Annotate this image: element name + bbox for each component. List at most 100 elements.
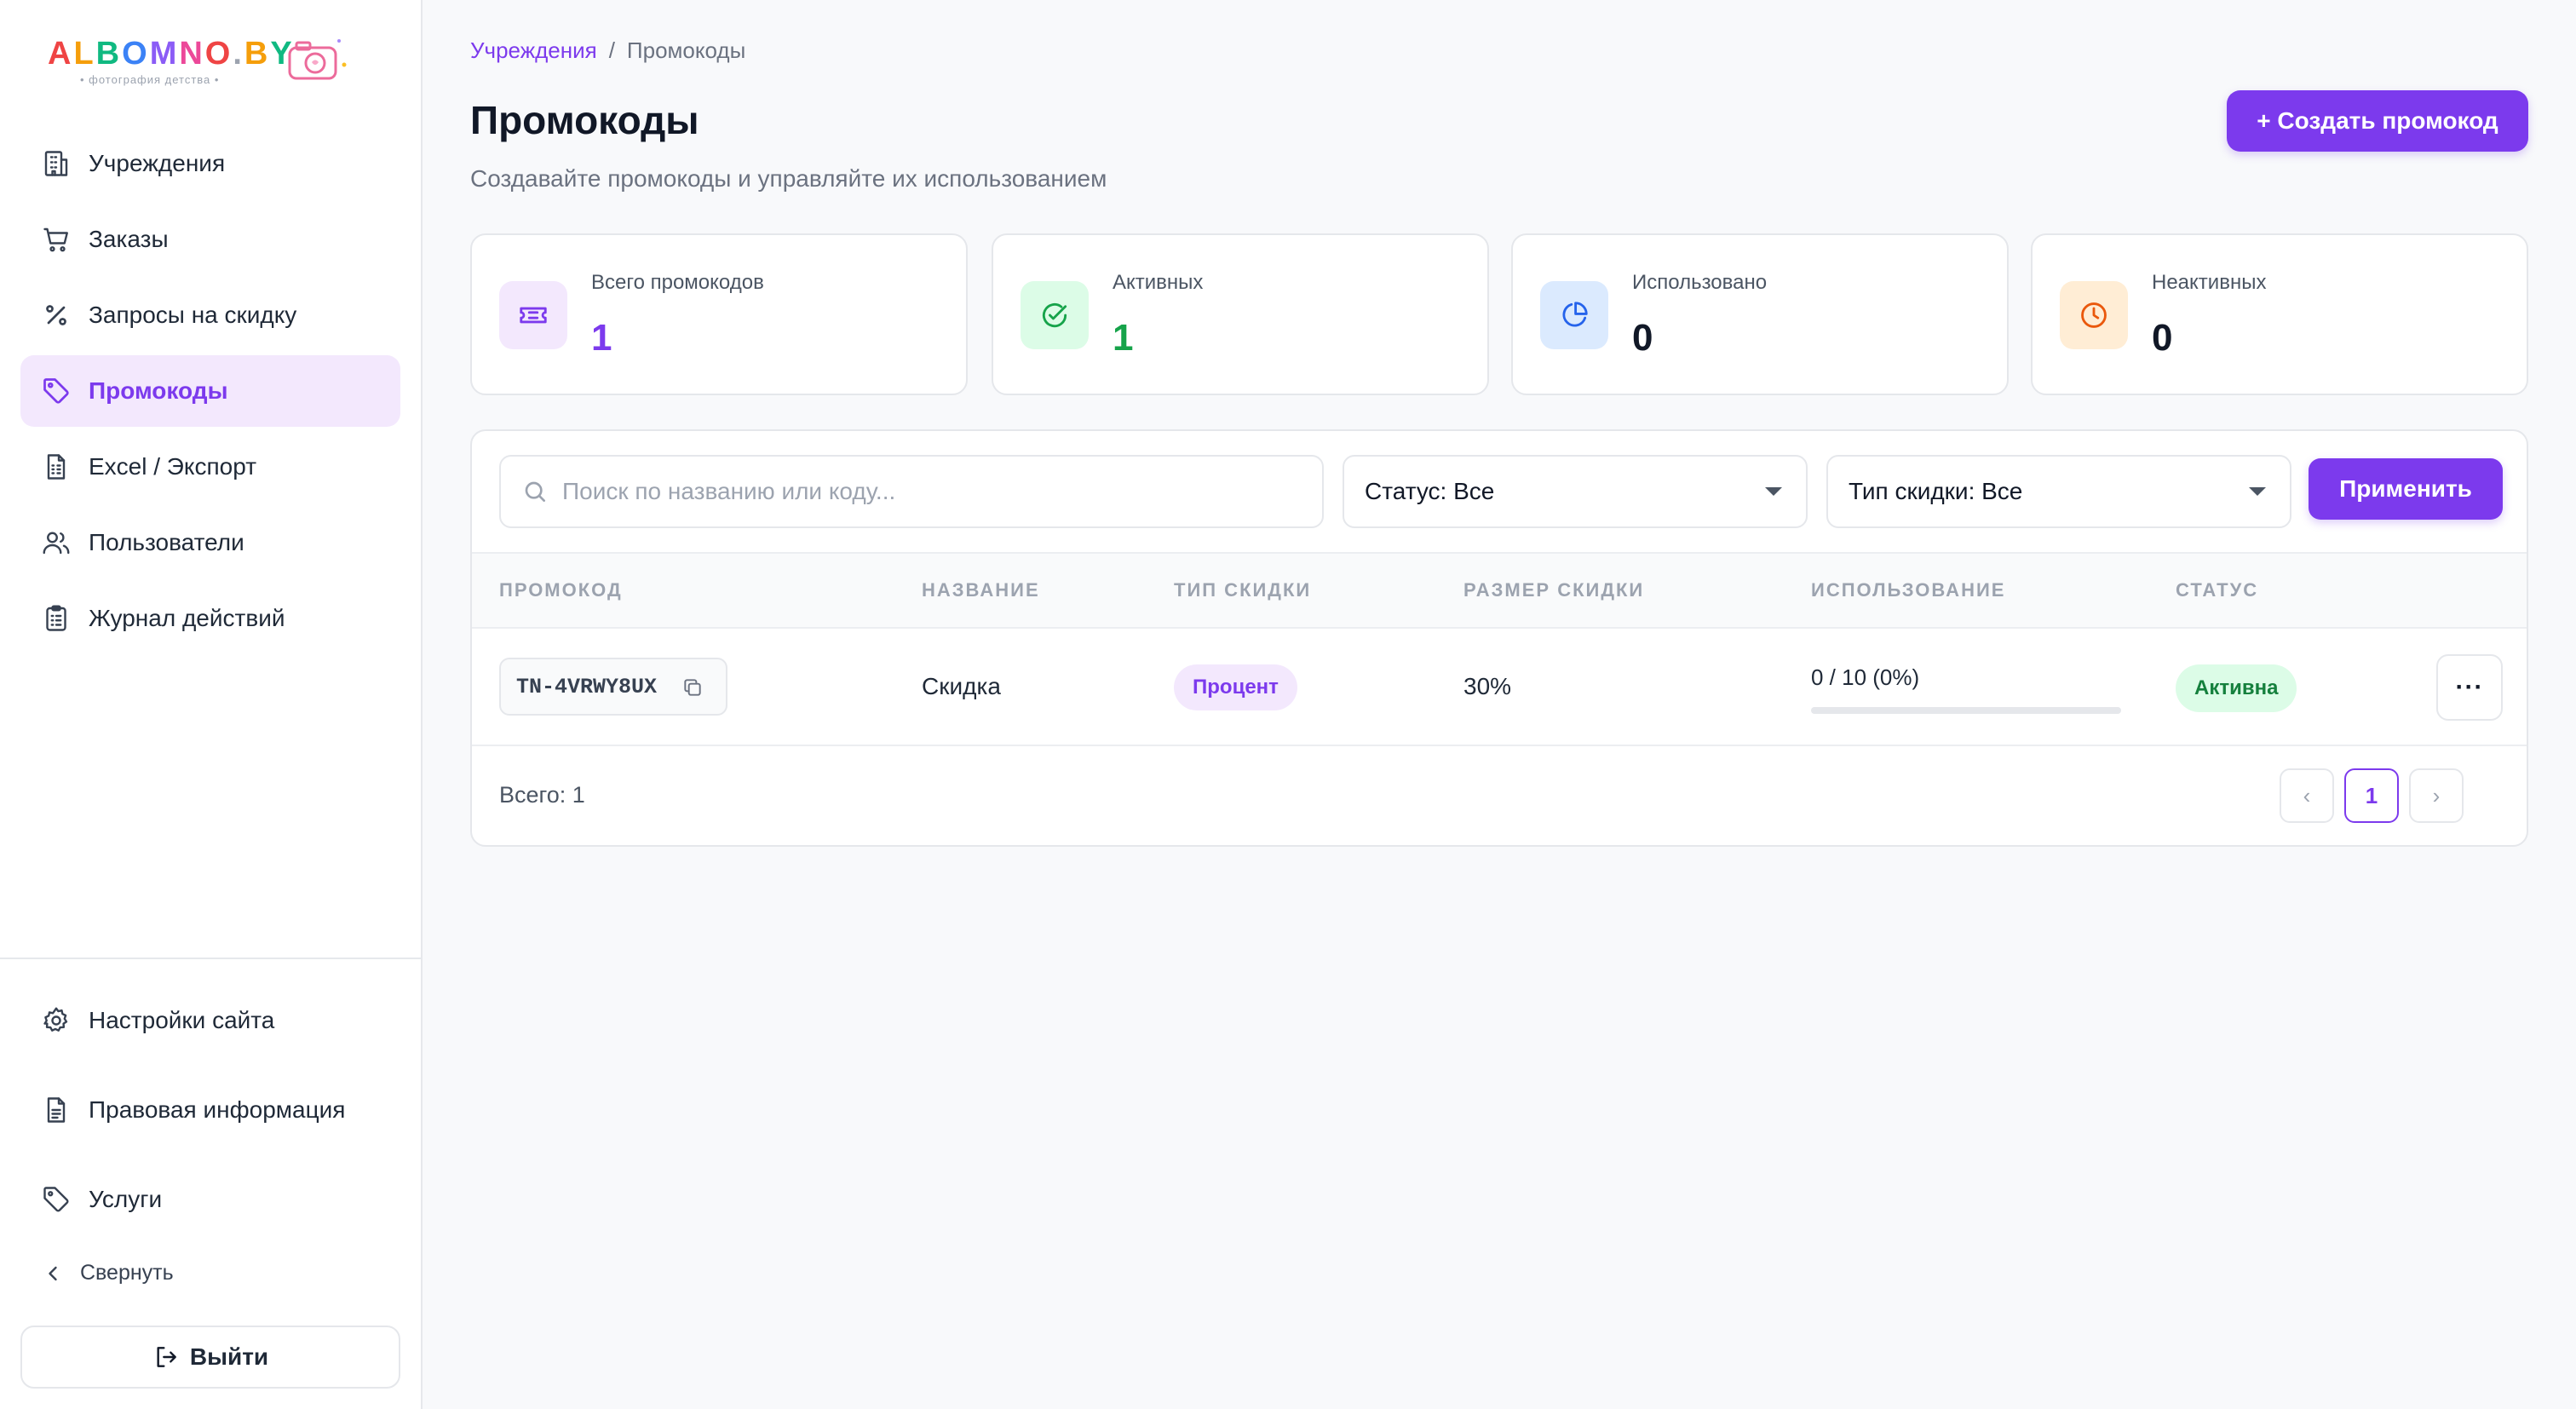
stat-value: 1: [1113, 317, 1134, 359]
stat-label: Активных: [1113, 271, 1204, 294]
table-row[interactable]: TN-4VRWY8UX Скидка Процент 30% 0 / 10 (0…: [472, 629, 2527, 746]
spreadsheet-icon: [47, 454, 66, 480]
logo-letter: O: [204, 36, 233, 72]
discount-type-badge: Процент: [1174, 664, 1297, 710]
create-promocode-button[interactable]: + Создать промокод: [2227, 90, 2528, 152]
stat-icon-wrap: [1540, 281, 1608, 349]
logo-letter: .: [233, 36, 244, 72]
usage-text: 0 / 10 (0%): [1811, 664, 1920, 690]
status-select[interactable]: Статус: Все: [1343, 455, 1808, 528]
stat-label: Всего промокодов: [591, 271, 764, 294]
sidebar-item-label: Журнал действий: [89, 605, 285, 631]
column-header-status[interactable]: СТАТУС: [2176, 579, 2258, 601]
sidebar-bottom-nav: Настройки сайта Правовая информация Услу…: [20, 980, 400, 1248]
promocode-code-text: TN-4VRWY8UX: [516, 674, 658, 699]
tag-icon: [43, 378, 69, 404]
clipboard-icon: [46, 605, 66, 631]
sidebar-item-label: Учреждения: [89, 150, 226, 176]
stat-value: 0: [1632, 317, 1653, 359]
logo-letter: L: [73, 36, 96, 72]
chevron-down-icon: [2249, 487, 2266, 496]
chevron-down-icon: [1765, 487, 1782, 496]
logout-button[interactable]: Выйти: [20, 1326, 400, 1389]
sidebar-nav: Учреждения Заказы Запросы на скидку Пром…: [20, 128, 400, 658]
gear-icon: [43, 1007, 68, 1032]
sidebar-item-label: Запросы на скидку: [89, 302, 297, 328]
column-header-type[interactable]: ТИП СКИДКИ: [1174, 579, 1311, 601]
sidebar-item-label: Промокоды: [89, 377, 228, 404]
sidebar: ALBOMNO.BY • фотография детства • Учрежд…: [0, 0, 423, 1409]
stat-card-used: Использовано 0: [1511, 233, 2009, 395]
logo-letter: B: [95, 36, 123, 72]
discount-size: 30%: [1463, 673, 1512, 699]
stat-card-total: Всего промокодов 1: [470, 233, 968, 395]
document-icon: [47, 1097, 66, 1123]
pagination-prev-button[interactable]: ‹: [2280, 768, 2334, 823]
usage-progress-bar: [1811, 707, 2121, 714]
stat-value: 0: [2152, 317, 2173, 359]
collapse-label: Свернуть: [80, 1261, 174, 1285]
sidebar-item-label: Правовая информация: [89, 1096, 346, 1123]
sidebar-item-excel-export[interactable]: Excel / Экспорт: [20, 431, 400, 503]
column-header-code[interactable]: ПРОМОКОД: [499, 579, 623, 601]
promocode-code: TN-4VRWY8UX: [499, 658, 727, 716]
search-icon: [525, 481, 545, 502]
pagination-page-1[interactable]: 1: [2344, 768, 2399, 823]
column-header-name[interactable]: НАЗВАНИЕ: [922, 579, 1040, 601]
brand-logo[interactable]: ALBOMNO.BY • фотография детства •: [48, 34, 354, 94]
sidebar-item-promocodes[interactable]: Промокоды: [20, 355, 400, 427]
sidebar-item-orders[interactable]: Заказы: [20, 204, 400, 275]
sidebar-item-legal-info[interactable]: Правовая информация: [20, 1069, 400, 1151]
sidebar-item-users[interactable]: Пользователи: [20, 507, 400, 578]
breadcrumb-current: Промокоды: [626, 37, 746, 63]
sidebar-item-discount-requests[interactable]: Запросы на скидку: [20, 279, 400, 351]
pagination-next-button[interactable]: ›: [2409, 768, 2464, 823]
check-circle-icon: [1042, 302, 1067, 328]
users-icon: [43, 532, 70, 555]
promocode-name: Скидка: [922, 673, 1001, 699]
stat-icon-wrap: [2060, 281, 2128, 349]
sidebar-item-institutions[interactable]: Учреждения: [20, 128, 400, 199]
logout-label: Выйти: [189, 1343, 269, 1370]
stat-icon-wrap: [1021, 281, 1089, 349]
stat-card-active: Активных 1: [992, 233, 1489, 395]
sidebar-item-label: Настройки сайта: [89, 1007, 275, 1033]
logo-letter: N: [179, 36, 205, 72]
breadcrumb-link-institutions[interactable]: Учреждения: [470, 37, 597, 63]
total-count: Всего: 1: [499, 782, 585, 808]
sidebar-item-site-settings[interactable]: Настройки сайта: [20, 980, 400, 1061]
search-box[interactable]: [499, 455, 1324, 528]
sidebar-item-label: Excel / Экспорт: [89, 453, 257, 480]
column-header-usage[interactable]: ИСПОЛЬЗОВАНИЕ: [1811, 579, 2005, 601]
breadcrumb-separator: /: [608, 37, 615, 63]
sidebar-item-label: Услуги: [89, 1186, 163, 1212]
ticket-icon: [520, 307, 547, 324]
percent-icon: [46, 305, 66, 325]
sidebar-divider: [0, 958, 421, 959]
logo-text: ALBOMNO.BY: [48, 36, 295, 72]
status-select-value: Статус: Все: [1365, 478, 1495, 504]
sidebar-item-services[interactable]: Услуги: [20, 1159, 400, 1240]
promocodes-panel: Статус: Все Тип скидки: Все Применить ПР…: [470, 429, 2528, 847]
table-header: ПРОМОКОД НАЗВАНИЕ ТИП СКИДКИ РАЗМЕР СКИД…: [472, 552, 2527, 629]
logo-letter: B: [244, 36, 271, 72]
logout-icon: [157, 1347, 176, 1367]
apply-filters-button[interactable]: Применить: [2309, 458, 2503, 520]
page-title: Промокоды: [470, 98, 699, 142]
row-actions-button[interactable]: ···: [2436, 654, 2503, 721]
search-input[interactable]: [562, 478, 1312, 505]
logo-letter: A: [48, 36, 74, 72]
sidebar-item-activity-log[interactable]: Журнал действий: [20, 583, 400, 654]
column-header-size[interactable]: РАЗМЕР СКИДКИ: [1463, 579, 1644, 601]
discount-type-select[interactable]: Тип скидки: Все: [1826, 455, 2291, 528]
discount-type-select-value: Тип скидки: Все: [1849, 478, 2023, 504]
page-subtitle: Создавайте промокоды и управляйте их исп…: [470, 165, 1107, 192]
stat-value: 1: [591, 317, 612, 359]
copy-icon[interactable]: [681, 676, 704, 699]
chevron-left-icon: [49, 1266, 57, 1280]
tag-icon: [43, 1187, 69, 1212]
stat-icon-wrap: [499, 281, 567, 349]
cart-icon: [43, 227, 68, 252]
collapse-sidebar-button[interactable]: Свернуть: [41, 1261, 174, 1285]
logo-letter: M: [149, 36, 180, 72]
